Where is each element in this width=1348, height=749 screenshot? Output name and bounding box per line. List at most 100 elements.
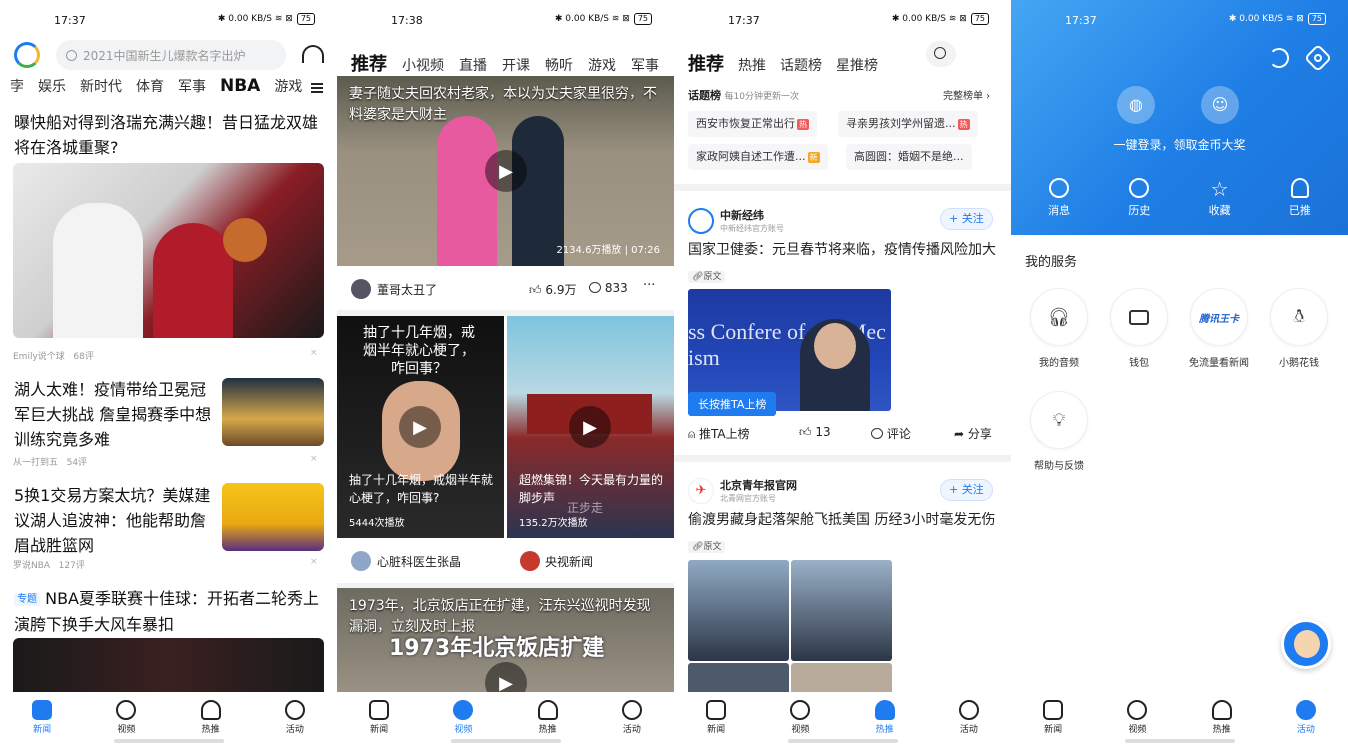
author-name[interactable]: 董哥太丑了 [377, 281, 437, 298]
push-button[interactable]: ⍝ 推TA上榜 [688, 425, 750, 442]
original-link[interactable]: 🔗︎原文 [688, 541, 726, 553]
audio-service[interactable]: 🎧︎ 我的音频 [1019, 288, 1099, 369]
menu-icon[interactable] [311, 83, 323, 93]
headphone-icon[interactable] [302, 45, 324, 63]
nav-video[interactable]: 视频 [1107, 700, 1167, 735]
topic-chip[interactable]: 家政阿姨自述工作遭... 新 [688, 144, 828, 170]
nav-activity[interactable]: 活动 [602, 700, 662, 735]
article-title[interactable]: 专题 NBA夏季联赛十佳球：开拓者二轮秀上演胯下换手大风车暴扣 [14, 586, 326, 637]
video-card[interactable]: 妻子随丈夫回农村老家，本以为丈夫家里很穷，不料婆家是大财主 ▶ 2134.6万播… [337, 76, 674, 266]
nav-news[interactable]: 新闻 [1023, 700, 1083, 735]
author-avatar[interactable] [351, 279, 371, 299]
help-service[interactable]: 💡︎ 帮助与反馈 [1019, 391, 1099, 472]
tab-active[interactable]: 推荐 [688, 50, 724, 76]
history-button[interactable]: 历史 [1109, 178, 1169, 218]
floating-mascot-button[interactable] [1281, 619, 1331, 669]
article-title[interactable]: 湖人太难！疫情带给卫冕冠军巨大挑战 詹皇揭赛季中想训练究竟多难 [14, 377, 214, 452]
article-title[interactable]: 5换1交易方案太坑？美媒建议湖人追波神：他能帮助詹眉战胜篮网 [14, 483, 214, 558]
tab[interactable]: 军事 [631, 55, 659, 75]
night-mode-icon[interactable] [1269, 48, 1289, 68]
free-data-service[interactable]: 腾讯王卡 免流量看新闻 [1179, 288, 1259, 369]
author-avatar[interactable] [520, 551, 540, 571]
tab[interactable]: 话题榜 [780, 55, 822, 75]
play-icon[interactable]: ▶ [569, 406, 611, 448]
tab[interactable]: 游戏 [588, 55, 616, 75]
tab[interactable]: 热推 [738, 55, 766, 75]
follow-button[interactable]: + 关注 [940, 479, 993, 501]
topic-chip[interactable]: 西安市恢复正常出行热 [688, 111, 817, 137]
topic-chip[interactable]: 高圆圆：婚姻不是绝... [846, 144, 972, 170]
more-button[interactable]: ··· [643, 278, 655, 293]
nav-hot[interactable]: 热推 [855, 700, 915, 735]
nav-news[interactable]: 新闻 [686, 700, 746, 735]
publisher-name[interactable]: 北京青年报官网 [720, 477, 797, 493]
pushed-button[interactable]: 已推 [1270, 178, 1330, 218]
short-video-card[interactable]: 抽了十几年烟，戒烟半年就心梗了，咋回事？ ▶ 抽了十几年烟，戒烟半年就心梗了，咋… [337, 316, 504, 538]
dismiss-button[interactable]: × [310, 557, 318, 567]
nav-hot[interactable]: 热推 [518, 700, 578, 735]
video-card[interactable]: 1973年，北京饭店正在扩建，汪东兴巡视时发现漏洞，立刻及时上报 1973年北京… [337, 588, 674, 698]
favorites-button[interactable]: ☆ 收藏 [1190, 178, 1250, 218]
channel-tab[interactable]: 游戏 [274, 76, 302, 96]
nav-activity[interactable]: 活动 [939, 700, 999, 735]
nav-activity[interactable]: 活动 [265, 700, 325, 735]
publisher-avatar[interactable]: ✈ [688, 478, 714, 504]
dismiss-button[interactable]: × [310, 348, 318, 358]
tab[interactable]: 开课 [502, 55, 530, 75]
play-icon[interactable]: ▶ [485, 150, 527, 192]
tab-active[interactable]: 推荐 [351, 50, 387, 76]
comment-button[interactable]: 833 [589, 281, 628, 295]
search-box[interactable]: 2021中国新生儿爆款名字出炉 [56, 40, 286, 70]
penguin-pay-service[interactable]: 🐧︎ 小鹅花钱 [1259, 288, 1339, 369]
publisher-name[interactable]: 中新经纬 [720, 207, 764, 223]
wechat-login-button[interactable]: ◍ [1117, 86, 1155, 124]
post-title[interactable]: 国家卫健委：元旦春节将来临，疫情传播风险加大 🔗︎原文 [688, 238, 1000, 290]
wallet-service[interactable]: 钱包 [1099, 288, 1179, 369]
tab[interactable]: 直播 [459, 55, 487, 75]
channel-tab[interactable]: 孛 [10, 76, 24, 96]
article-thumbnail[interactable] [222, 483, 324, 551]
nav-activity[interactable]: 活动 [1276, 700, 1336, 735]
tab[interactable]: 星推榜 [836, 55, 878, 75]
article-title[interactable]: 曝快船对得到洛瑞充满兴趣！昔日猛龙双雄将在洛城重聚? [14, 110, 324, 160]
play-icon[interactable]: ▶ [399, 406, 441, 448]
nav-video[interactable]: 视频 [96, 700, 156, 735]
nav-hot[interactable]: 热推 [181, 700, 241, 735]
channel-tab-active[interactable]: NBA [220, 76, 260, 96]
tab[interactable]: 小视频 [402, 55, 444, 75]
author-name[interactable]: 央视新闻 [545, 553, 593, 570]
login-prompt[interactable]: 一键登录，领取金币大奖 [1011, 136, 1348, 153]
nav-news[interactable]: 新闻 [349, 700, 409, 735]
like-button[interactable]: 👍︎ 13 [799, 425, 831, 440]
messages-button[interactable]: 消息 [1029, 178, 1089, 218]
tab[interactable]: 畅听 [545, 55, 573, 75]
author-avatar[interactable] [351, 551, 371, 571]
post-image[interactable] [688, 560, 789, 661]
article-image[interactable] [13, 163, 324, 338]
original-link[interactable]: 🔗︎原文 [688, 271, 726, 283]
topic-more-link[interactable]: 完整榜单 › [943, 87, 990, 102]
article-thumbnail[interactable] [222, 378, 324, 446]
qq-login-button[interactable]: ☺ [1201, 86, 1239, 124]
like-button[interactable]: 👍︎ 6.9万 [529, 281, 576, 298]
short-video-card[interactable]: ▶ 超燃集锦！今天最有力量的脚步声 正步走 135.2万次播放 [507, 316, 674, 538]
search-button[interactable] [926, 41, 956, 67]
nav-news[interactable]: 新闻 [12, 700, 72, 735]
publisher-avatar[interactable] [688, 208, 714, 234]
nav-video[interactable]: 视频 [433, 700, 493, 735]
nav-hot[interactable]: 热推 [1192, 700, 1252, 735]
post-title[interactable]: 偷渡男藏身起落架舱飞抵美国 历经3小时毫发无伤 🔗︎原文 [688, 508, 1000, 560]
follow-button[interactable]: + 关注 [940, 208, 993, 230]
post-image[interactable] [791, 560, 892, 661]
dismiss-button[interactable]: × [310, 454, 318, 464]
comment-button[interactable]: 评论 [871, 425, 911, 442]
channel-tab[interactable]: 军事 [178, 76, 206, 96]
channel-tab[interactable]: 新时代 [80, 76, 122, 96]
author-name[interactable]: 心脏科医生张晶 [377, 553, 461, 570]
channel-tab[interactable]: 体育 [136, 76, 164, 96]
nav-video[interactable]: 视频 [770, 700, 830, 735]
article-image[interactable] [13, 638, 324, 698]
share-button[interactable]: ➦ 分享 [954, 425, 992, 442]
topic-chip[interactable]: 寻亲男孩刘学州留遗... 热 [838, 111, 978, 137]
channel-tab[interactable]: 娱乐 [38, 76, 66, 96]
